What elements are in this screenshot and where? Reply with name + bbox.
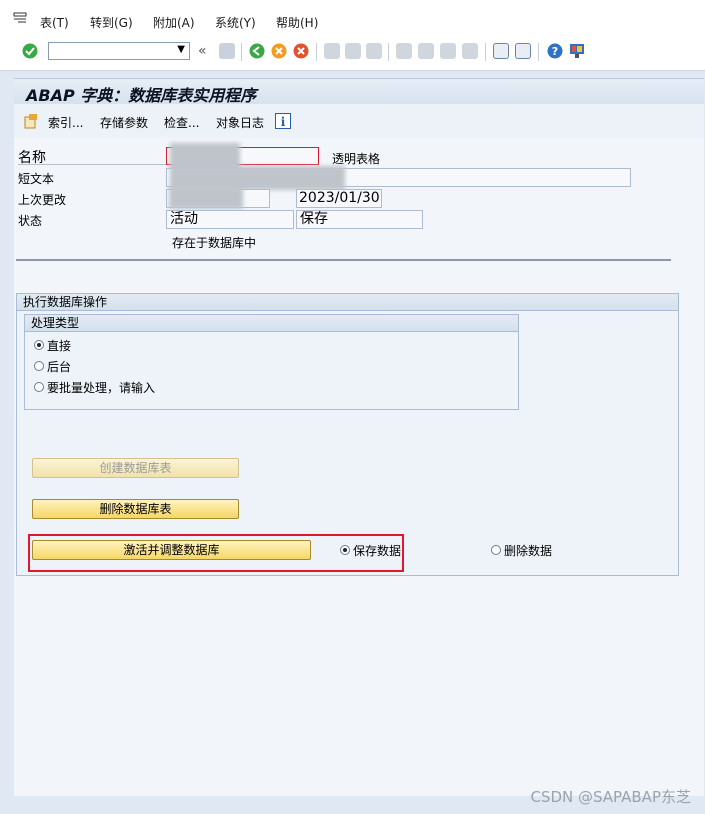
- delete-table-button[interactable]: 删除数据库表: [32, 499, 239, 519]
- create-table-button[interactable]: 创建数据库表: [32, 458, 239, 478]
- back-icon[interactable]: [249, 43, 265, 59]
- help-icon[interactable]: ?: [547, 43, 563, 59]
- status-saved: 保存: [296, 210, 423, 229]
- radio-batch-label: 要批量处理，请输入: [47, 381, 156, 395]
- save-icon[interactable]: [219, 43, 235, 59]
- delete-data-label: 删除数据: [504, 544, 553, 558]
- radio-delete-data[interactable]: [491, 545, 501, 555]
- page-title: ABAP 字典：数据库表实用程序: [26, 86, 257, 105]
- status-label: 状态: [18, 214, 43, 228]
- radio-direct[interactable]: [34, 340, 44, 350]
- highlight-box: [28, 534, 404, 572]
- radio-background-label: 后台: [47, 360, 72, 374]
- object-log-button[interactable]: 对象日志: [216, 114, 264, 131]
- svg-text:i: i: [281, 115, 286, 129]
- menu-help[interactable]: 帮助(H): [276, 14, 318, 31]
- exit-icon[interactable]: [271, 43, 287, 59]
- processing-type-group: 处理类型 直接 后台 要批量处理，请输入: [24, 314, 519, 410]
- layout-icon[interactable]: [569, 43, 585, 59]
- command-field[interactable]: ▼: [48, 42, 190, 60]
- menu-goto[interactable]: 转到(G): [90, 14, 133, 31]
- status-active: 活动: [166, 210, 294, 229]
- enter-icon[interactable]: [22, 43, 38, 59]
- last-changed-label: 上次更改: [18, 193, 67, 207]
- radio-direct-label: 直接: [47, 339, 72, 353]
- separator-line: [16, 259, 671, 261]
- toolbar-separator: [485, 43, 486, 61]
- redacted-user: [169, 187, 243, 209]
- prev-page-icon[interactable]: [418, 43, 434, 59]
- content-area: 名称 透明表格 短文本 上次更改 2023/01/30 状态 活动 保存 存在于…: [14, 138, 704, 796]
- toolbar-separator: [388, 43, 389, 61]
- dropdown-icon[interactable]: ▼: [177, 44, 185, 55]
- menu-bar: 表(T) 转到(G) 附加(A) 系统(Y) 帮助(H): [0, 0, 705, 35]
- processing-type-title: 处理类型: [25, 315, 518, 332]
- status-note: 存在于数据库中: [172, 236, 257, 250]
- index-icon[interactable]: [23, 113, 39, 129]
- cancel-icon[interactable]: [293, 43, 309, 59]
- next-page-icon[interactable]: [440, 43, 456, 59]
- name-underline: [18, 164, 168, 165]
- check-button[interactable]: 检查...: [164, 114, 199, 131]
- index-button[interactable]: 索引...: [48, 114, 83, 131]
- toolbar-separator: [241, 43, 242, 61]
- menu-icon[interactable]: [13, 12, 27, 24]
- print-icon[interactable]: [324, 43, 340, 59]
- name-type: 透明表格: [332, 152, 381, 166]
- svg-text:?: ?: [552, 45, 558, 58]
- radio-background[interactable]: [34, 361, 44, 371]
- find-next-icon[interactable]: [366, 43, 382, 59]
- menu-system[interactable]: 系统(Y): [215, 14, 256, 31]
- watermark: CSDN @SAPABAP东芝: [530, 788, 691, 806]
- short-text-label: 短文本: [18, 172, 55, 186]
- first-page-icon[interactable]: [396, 43, 412, 59]
- menu-table[interactable]: 表(T): [40, 14, 69, 31]
- last-page-icon[interactable]: [462, 43, 478, 59]
- toolbar-separator: [538, 43, 539, 61]
- db-operations-title: 执行数据库操作: [17, 294, 678, 311]
- last-changed-date: 2023/01/30: [296, 189, 382, 208]
- standard-toolbar: ▼ « ?: [0, 34, 705, 71]
- find-icon[interactable]: [345, 43, 361, 59]
- info-icon[interactable]: i: [275, 113, 291, 129]
- storage-params-button[interactable]: 存储参数: [100, 114, 148, 131]
- double-left-icon[interactable]: «: [198, 43, 207, 59]
- new-session-icon[interactable]: [493, 43, 509, 59]
- shortcut-icon[interactable]: [515, 43, 531, 59]
- application-toolbar: 索引... 存储参数 检查... 对象日志 i: [14, 104, 704, 139]
- radio-batch[interactable]: [34, 382, 44, 392]
- menu-extras[interactable]: 附加(A): [153, 14, 195, 31]
- title-bar: ABAP 字典：数据库表实用程序: [14, 78, 704, 105]
- toolbar-separator: [316, 43, 317, 61]
